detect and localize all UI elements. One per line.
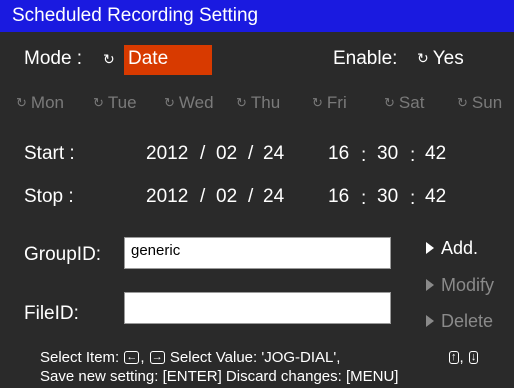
time-separator: : [361, 145, 367, 166]
left-arrow-key-icon: ← [124, 351, 140, 364]
stop-year[interactable]: 2012 [146, 186, 188, 208]
time-separator: : [410, 145, 416, 166]
cycle-icon: ↻ [164, 95, 175, 110]
cycle-icon: ↻ [236, 95, 247, 110]
start-hour[interactable]: 16 [328, 143, 349, 165]
date-separator: / [200, 143, 206, 164]
window-title: Scheduled Recording Setting [12, 5, 259, 26]
day-toggle-sun[interactable]: ↻ Sun [457, 93, 502, 113]
cycle-icon: ↻ [312, 95, 323, 110]
delete-button-label: Delete [441, 311, 494, 331]
cycle-icon: ↻ [384, 95, 395, 110]
stop-month[interactable]: 02 [216, 186, 237, 208]
play-arrow-icon [426, 279, 434, 291]
title-bar: Scheduled Recording Setting [0, 0, 514, 32]
stop-day[interactable]: 24 [263, 186, 284, 208]
help-select-item: Select Item: [40, 349, 120, 366]
time-separator: : [410, 188, 416, 209]
day-label: Mon [30, 93, 64, 112]
down-arrow-key-icon: ↓ [468, 351, 479, 364]
stop-second[interactable]: 42 [425, 186, 446, 208]
day-toggle-fri[interactable]: ↻ Fri [312, 93, 347, 113]
file-id-label: FileID: [24, 303, 79, 324]
day-toggle-tue[interactable]: ↻ Tue [93, 93, 137, 113]
cycle-icon: ↻ [103, 51, 115, 67]
day-toggle-wed[interactable]: ↻ Wed [164, 93, 214, 113]
help-line-1: Select Item: ←, → Select Value: 'JOG-DIA… [40, 349, 341, 366]
cycle-icon: ↻ [457, 95, 468, 110]
add-button-label: Add. [441, 238, 479, 258]
stop-label: Stop : [24, 186, 74, 207]
start-year[interactable]: 2012 [146, 143, 188, 165]
enable-select[interactable]: ↻ Yes [417, 48, 464, 70]
file-id-field[interactable] [124, 292, 391, 324]
help-updown-keys: ↑, ↓ [449, 349, 479, 366]
play-arrow-icon [426, 242, 434, 254]
group-id-value: generic [131, 242, 181, 259]
right-arrow-key-icon: → [149, 351, 165, 364]
day-label: Sun [471, 93, 503, 112]
day-toggle-mon[interactable]: ↻ Mon [16, 93, 64, 113]
cycle-icon: ↻ [417, 50, 429, 66]
help-select-value: Select Value: 'JOG-DIAL', [169, 349, 341, 366]
modify-button-label: Modify [441, 275, 495, 295]
stop-minute[interactable]: 30 [377, 186, 398, 208]
add-button[interactable]: Add. [426, 238, 478, 259]
day-label: Wed [178, 93, 214, 112]
up-arrow-key-icon: ↑ [449, 351, 459, 364]
day-toggle-sat[interactable]: ↻ Sat [384, 93, 424, 113]
cycle-icon: ↻ [93, 95, 104, 110]
enable-label: Enable: [333, 48, 398, 69]
help-line-2: Save new setting: [ENTER] Discard change… [40, 368, 399, 385]
day-label: Thu [250, 93, 281, 112]
modify-button[interactable]: Modify [426, 275, 494, 296]
delete-button[interactable]: Delete [426, 311, 493, 332]
day-label: Sat [398, 93, 425, 112]
start-label: Start : [24, 143, 75, 164]
date-separator: / [248, 143, 254, 164]
group-id-label: GroupID: [24, 244, 102, 265]
cycle-icon: ↻ [16, 95, 27, 110]
play-arrow-icon [426, 315, 434, 327]
stop-hour[interactable]: 16 [328, 186, 349, 208]
start-minute[interactable]: 30 [377, 143, 398, 165]
day-toggle-thu[interactable]: ↻ Thu [236, 93, 280, 113]
enable-value: Yes [432, 48, 464, 69]
group-id-field[interactable]: generic [124, 237, 391, 269]
date-separator: / [200, 186, 206, 207]
day-label: Tue [107, 93, 137, 112]
mode-value: Date [128, 48, 169, 69]
start-day[interactable]: 24 [263, 143, 284, 165]
start-second[interactable]: 42 [425, 143, 446, 165]
mode-select[interactable]: Date [124, 45, 212, 75]
mode-label: Mode : [24, 48, 83, 69]
start-month[interactable]: 02 [216, 143, 237, 165]
time-separator: : [361, 188, 367, 209]
date-separator: / [248, 186, 254, 207]
day-label: Fri [326, 93, 347, 112]
